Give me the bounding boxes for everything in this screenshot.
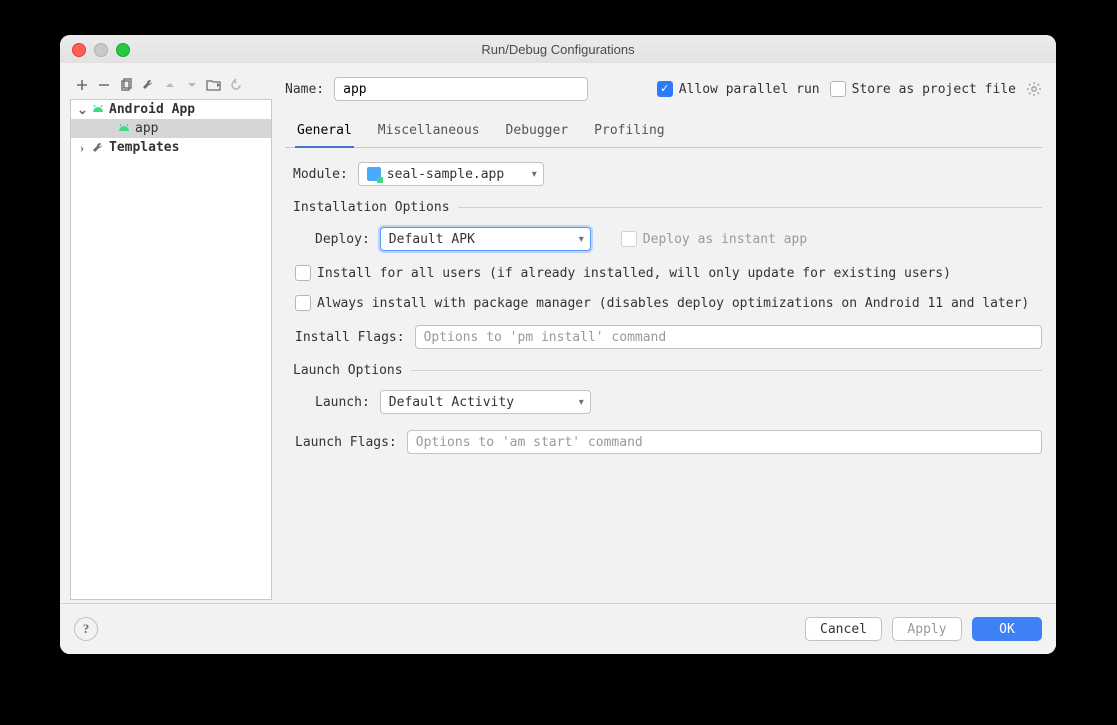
- tree-node-templates[interactable]: › Templates: [71, 138, 271, 157]
- store-as-file-checkbox[interactable]: Store as project file: [830, 81, 1016, 97]
- gear-icon[interactable]: [1026, 81, 1042, 97]
- move-up-icon[interactable]: [162, 77, 178, 93]
- divider: [458, 207, 1042, 208]
- tree-node-app[interactable]: app: [71, 119, 271, 138]
- config-tree[interactable]: ⌄ Android App app › Templates: [70, 99, 272, 600]
- window-title: Run/Debug Configurations: [481, 42, 634, 57]
- tab-miscellaneous[interactable]: Miscellaneous: [376, 117, 482, 147]
- deploy-combo[interactable]: Default APK ▾: [380, 227, 591, 251]
- folder-out-icon[interactable]: [206, 77, 222, 93]
- checkbox-label: Store as project file: [852, 82, 1016, 97]
- checkbox-icon: [657, 81, 673, 97]
- section-heading: Installation Options: [293, 200, 450, 215]
- install-all-users-checkbox[interactable]: Install for all users (if already instal…: [295, 265, 951, 281]
- checkbox-label: Deploy as instant app: [643, 232, 807, 247]
- divider: [411, 370, 1042, 371]
- config-toolbar: [74, 77, 244, 93]
- dialog-footer: ? Cancel Apply OK: [60, 603, 1056, 654]
- chevron-down-icon: ▾: [579, 397, 584, 408]
- name-label: Name:: [285, 82, 324, 97]
- tree-label: app: [135, 121, 158, 136]
- module-row: Module: seal-sample.app ▾: [285, 162, 1042, 186]
- titlebar: Run/Debug Configurations: [60, 35, 1056, 64]
- allow-parallel-checkbox[interactable]: Allow parallel run: [657, 81, 820, 97]
- config-panel: Name: Allow parallel run Store as projec…: [285, 77, 1042, 600]
- install-flags-label: Install Flags:: [295, 330, 405, 345]
- tab-general[interactable]: General: [295, 117, 354, 148]
- checkbox-label: Allow parallel run: [679, 82, 820, 97]
- tab-profiling[interactable]: Profiling: [592, 117, 666, 147]
- checkbox-icon: [830, 81, 846, 97]
- tree-node-android-app[interactable]: ⌄ Android App: [71, 100, 271, 119]
- always-pkg-manager-checkbox[interactable]: Always install with package manager (dis…: [295, 295, 1029, 311]
- cancel-button[interactable]: Cancel: [805, 617, 882, 641]
- minimize-icon[interactable]: [94, 43, 108, 57]
- maximize-icon[interactable]: [116, 43, 130, 57]
- tree-label: Templates: [109, 140, 179, 155]
- dialog-body: ⌄ Android App app › Templates Name:: [60, 63, 1056, 654]
- name-row: Name: Allow parallel run Store as projec…: [285, 77, 1042, 101]
- android-icon: [91, 103, 105, 117]
- revert-icon[interactable]: [228, 77, 244, 93]
- launch-value: Default Activity: [389, 395, 514, 410]
- module-label: Module:: [293, 167, 348, 182]
- chevron-down-icon[interactable]: ⌄: [77, 102, 87, 118]
- settings-wrench-icon[interactable]: [140, 77, 156, 93]
- checkbox-icon: [295, 265, 311, 281]
- config-tabs: General Miscellaneous Debugger Profiling: [285, 117, 1042, 148]
- launch-flags-field[interactable]: [407, 430, 1042, 454]
- deploy-instant-app-checkbox: Deploy as instant app: [621, 231, 807, 247]
- section-heading: Launch Options: [293, 363, 403, 378]
- launch-label: Launch:: [315, 395, 370, 410]
- launch-flags-label: Launch Flags:: [295, 435, 397, 450]
- window-controls: [72, 43, 130, 57]
- chevron-right-icon[interactable]: ›: [77, 140, 87, 156]
- install-flags-field[interactable]: [415, 325, 1042, 349]
- add-icon[interactable]: [74, 77, 90, 93]
- ok-button[interactable]: OK: [972, 617, 1042, 641]
- launch-combo[interactable]: Default Activity ▾: [380, 390, 591, 414]
- deploy-value: Default APK: [389, 232, 475, 247]
- module-combo[interactable]: seal-sample.app ▾: [358, 162, 544, 186]
- close-icon[interactable]: [72, 43, 86, 57]
- chevron-down-icon: ▾: [532, 169, 537, 180]
- android-icon: [117, 122, 131, 136]
- apply-button[interactable]: Apply: [892, 617, 962, 641]
- module-value: seal-sample.app: [387, 167, 504, 182]
- help-button[interactable]: ?: [74, 617, 98, 641]
- installation-options-section: Installation Options Deploy: Default APK…: [285, 200, 1042, 349]
- copy-icon[interactable]: [118, 77, 134, 93]
- checkbox-label: Install for all users (if already instal…: [317, 266, 951, 281]
- checkbox-label: Always install with package manager (dis…: [317, 296, 1029, 311]
- run-debug-config-window: Run/Debug Configurations ⌄ Android App: [60, 35, 1056, 654]
- wrench-icon: [91, 141, 105, 155]
- checkbox-icon: [621, 231, 637, 247]
- deploy-label: Deploy:: [315, 232, 370, 247]
- remove-icon[interactable]: [96, 77, 112, 93]
- module-icon: [367, 167, 381, 181]
- chevron-down-icon: ▾: [579, 234, 584, 245]
- checkbox-icon: [295, 295, 311, 311]
- tree-label: Android App: [109, 102, 195, 117]
- tab-debugger[interactable]: Debugger: [504, 117, 571, 147]
- move-down-icon[interactable]: [184, 77, 200, 93]
- general-form: Module: seal-sample.app ▾ Installation O…: [285, 148, 1042, 454]
- name-field[interactable]: [334, 77, 588, 101]
- launch-options-section: Launch Options Launch: Default Activity …: [285, 363, 1042, 454]
